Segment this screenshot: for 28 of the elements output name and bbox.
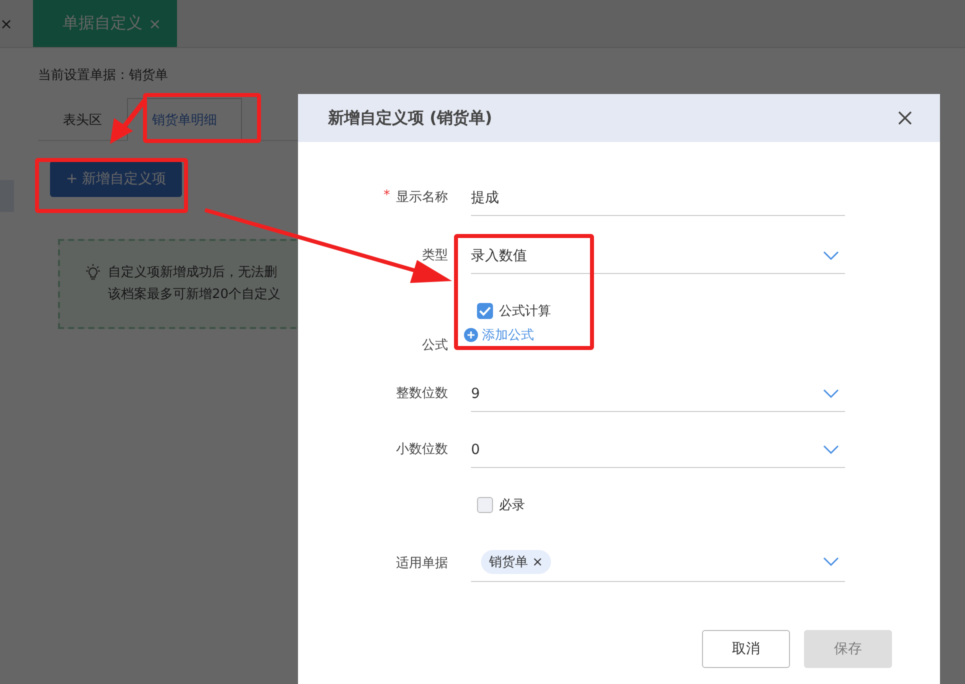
chevron-down-icon[interactable] [823, 556, 839, 566]
dialog-button[interactable]: 取消 [702, 630, 790, 668]
input-field[interactable]: 提成 [471, 180, 845, 216]
current-document-label: 当前设置单据：销货单 [38, 67, 169, 84]
required-mark: * [384, 188, 390, 205]
plus-circle-icon [464, 328, 478, 342]
checkbox[interactable]: 公式计算 [477, 302, 551, 320]
field-label: 整数位数 [396, 385, 448, 402]
chevron-down-icon[interactable] [823, 250, 839, 260]
field-label: 适用单据 [396, 555, 448, 572]
select-field[interactable]: 销货单 × [471, 542, 845, 582]
tip-text: 该档案最多可新增20个自定义 [108, 286, 281, 303]
select-field[interactable]: 录入数值 [471, 238, 845, 274]
select-field[interactable]: 9 [471, 376, 845, 412]
check-icon [479, 306, 491, 316]
select-field[interactable]: 0 [471, 432, 845, 468]
chevron-down-icon[interactable] [823, 388, 839, 398]
selected-tag[interactable]: 销货单 × [481, 550, 552, 574]
close-icon[interactable] [898, 111, 912, 125]
dialog-title: 新增自定义项 (销货单) [328, 108, 492, 128]
field-label: 小数位数 [396, 441, 448, 458]
chevron-down-icon[interactable] [823, 444, 839, 454]
field-label: 显示名称 [396, 189, 448, 206]
checkbox[interactable]: 必录 [477, 496, 525, 514]
tip-text: 自定义项新增成功后，无法删 [108, 264, 278, 281]
field-label: 类型 [422, 247, 448, 264]
field-label: 公式 [422, 337, 448, 354]
lightbulb-icon [84, 263, 102, 281]
